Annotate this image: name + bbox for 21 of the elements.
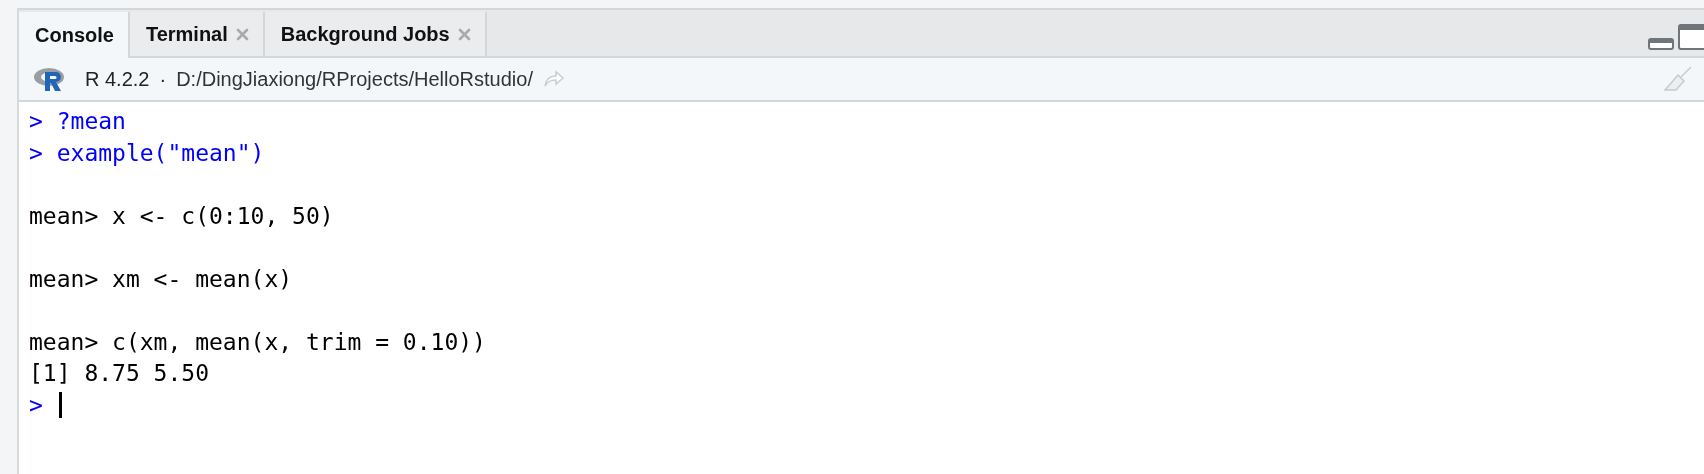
- text-cursor: [58, 392, 62, 419]
- r-logo-icon: [33, 66, 67, 92]
- minimize-icon[interactable]: [1648, 38, 1674, 50]
- tab[interactable]: Console: [19, 12, 130, 58]
- tab[interactable]: Terminal: [129, 12, 265, 56]
- tab[interactable]: Background Jobs: [264, 12, 487, 56]
- console-echo: mean> xm <- mean(x): [29, 264, 293, 294]
- console-output: [1] 8.75 5.50: [29, 359, 209, 388]
- go-to-directory-icon[interactable]: [543, 70, 565, 88]
- close-icon[interactable]: [457, 27, 471, 41]
- console-command: > example("mean"): [29, 138, 265, 168]
- console-echo: mean> c(xm, mean(x, trim = 0.10)): [29, 327, 486, 357]
- separator: ·: [159, 67, 167, 91]
- console-prompt: >: [29, 390, 43, 420]
- close-icon[interactable]: [235, 27, 249, 41]
- working-directory[interactable]: D:/DingJiaxiong/RProjects/HelloRstudio/: [176, 67, 533, 91]
- console-echo: mean> x <- c(0:10, 50): [29, 201, 334, 231]
- maximize-icon[interactable]: [1678, 24, 1704, 50]
- r-version: R 4.2.2: [85, 67, 150, 91]
- broom-icon[interactable]: [1664, 66, 1692, 92]
- console-command: > ?mean: [29, 107, 126, 136]
